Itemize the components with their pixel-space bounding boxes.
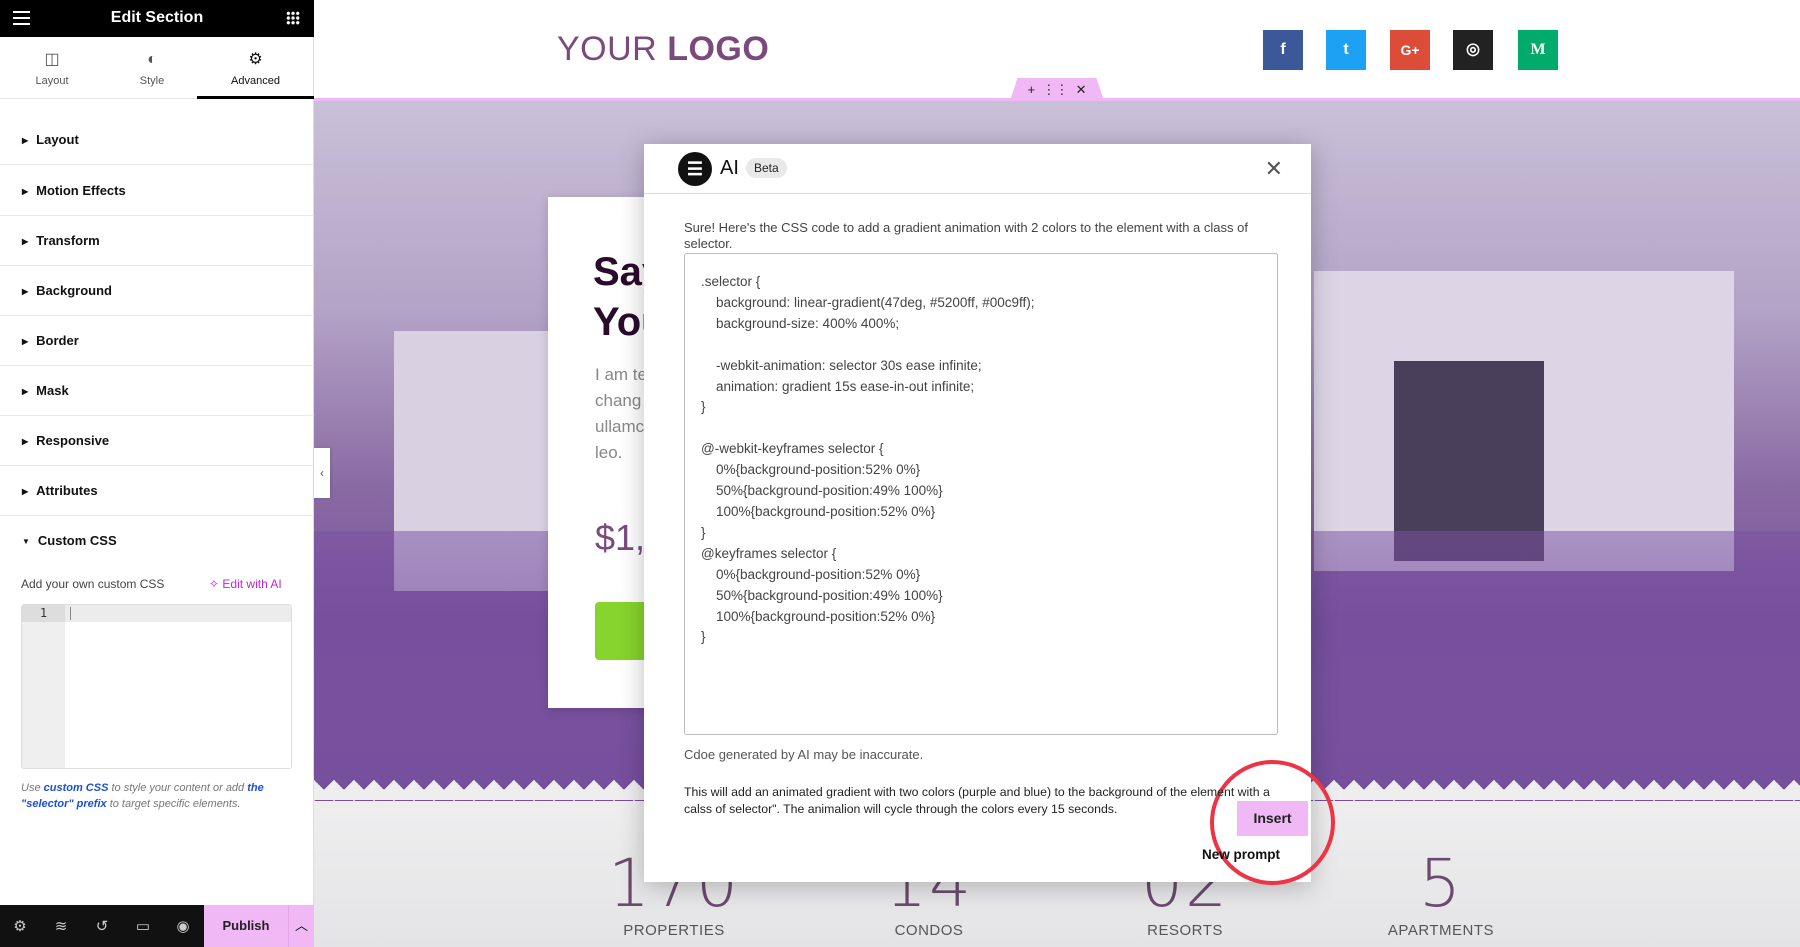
ai-dialog-header: ☰ AI Beta ✕ [644,144,1311,194]
beta-badge: Beta [746,158,787,178]
caret-right-icon: ▶ [22,387,29,396]
logo-text-bold: LOGO [667,30,770,68]
tab-style[interactable]: ◐ Style [100,37,204,99]
line-number: 1 [22,605,65,622]
publish-options-chevron-up-icon[interactable]: ︿ [288,905,314,947]
close-icon[interactable]: ✕ [1265,156,1283,182]
help-text: to style your content or add [108,782,248,794]
section-label: Layout [36,132,79,147]
section-transform[interactable]: ▶ Transform [0,216,314,266]
stat-number: 5 [1419,845,1463,922]
caret-right-icon: ▶ [22,136,29,145]
custom-css-editor[interactable]: 1 [21,604,292,769]
tab-layout[interactable]: ◫ Layout [0,37,104,99]
caret-right-icon: ▶ [22,237,29,246]
medium-icon[interactable]: M [1518,30,1558,70]
tab-advanced[interactable]: ⚙ Advanced [197,37,314,99]
stat-label: CONDOS [894,922,964,939]
stat-apartments: 5 APARTMENTS [1321,801,1561,940]
section-label: Transform [36,233,100,248]
section-border[interactable]: ▶ Border [0,316,314,366]
history-icon[interactable]: ↺ [92,917,112,935]
section-label: Mask [36,383,69,398]
panel-title: Edit Section [110,9,204,26]
google-plus-icon[interactable]: G+ [1390,30,1430,70]
collapse-panel-chevron-left-icon[interactable]: ‹ [314,448,330,498]
caret-right-icon: ▶ [22,487,29,496]
custom-css-link[interactable]: custom CSS [44,782,109,794]
section-handle[interactable]: + ⋮⋮ ✕ [1010,78,1104,101]
section-label: Responsive [36,433,110,448]
help-text: Use [21,782,44,794]
ai-summary: This will add an animated gradient with … [684,785,1270,816]
caret-right-icon: ▶ [22,337,29,346]
instagram-icon[interactable]: ◎ [1453,30,1493,70]
help-text: to target specific elements. [106,798,241,810]
tab-label: Style [139,75,165,87]
custom-css-help: Use custom CSS to style your content or … [21,780,291,812]
section-background[interactable]: ▶ Background [0,266,314,316]
publish-button[interactable]: Publish [204,905,288,947]
layers-icon[interactable]: ≋ [51,917,71,935]
section-motion-effects[interactable]: ▶ Motion Effects [0,166,314,216]
caret-right-icon: ▶ [22,187,29,196]
section-attributes[interactable]: ▶ Attributes [0,466,314,516]
ai-response-intro: Sure! Here's the CSS code to add a gradi… [684,220,1248,251]
ai-title: AI [720,157,739,179]
site-logo[interactable]: YOUR LOGO [557,30,769,69]
text-cursor [70,607,71,620]
preview-eye-icon[interactable]: ◉ [173,917,193,935]
drag-handle-icon[interactable]: ⋮⋮ [1042,82,1068,97]
edit-with-ai-label: Edit with AI [222,577,282,591]
responsive-mode-icon[interactable]: ▭ [133,917,153,935]
edit-with-ai-link[interactable]: ✧ Edit with AI [209,577,282,591]
stat-label: APARTMENTS [1387,922,1495,939]
section-label: Attributes [36,483,98,498]
new-prompt-button[interactable]: New prompt [1202,847,1280,862]
section-layout[interactable]: ▶ Layout [0,115,314,165]
widgets-grid-icon[interactable] [286,11,300,25]
editor-sidebar: Edit Section ◫ Layout ◐ Style ⚙ Advanced ▶ L… [0,0,314,947]
sparkle-icon: ✧ [209,577,223,591]
delete-section-icon[interactable]: ✕ [1076,82,1087,97]
panel-tabs: ◫ Layout ◐ Style ⚙ Advanced [0,37,314,99]
generated-css-code: .selector { background: linear-gradient(… [701,274,1035,645]
section-custom-css[interactable]: ▼ Custom CSS [0,516,314,566]
tab-label: Layout [35,75,69,87]
section-responsive[interactable]: ▶ Responsive [0,416,314,466]
custom-css-label: Add your own custom CSS [21,577,165,591]
ai-disclaimer: Cdoe generated by AI may be inaccurate. [684,747,924,762]
add-section-icon[interactable]: + [1028,82,1036,97]
stat-label: RESORTS [1147,922,1223,939]
stat-label: PROPERTIES [623,922,725,939]
section-label: Border [36,333,79,348]
sidebar-header: Edit Section [0,0,314,37]
generated-code-box[interactable]: .selector { background: linear-gradient(… [684,253,1335,885]
elementor-logo-icon: ☰ [678,152,712,186]
section-label: Custom CSS [37,533,117,548]
section-label: Motion Effects [36,183,126,198]
half-circle-icon: ◐ [147,51,157,68]
gear-icon: ⚙ [248,51,263,68]
logo-text: YOUR [557,30,668,68]
twitter-icon[interactable]: t [1326,30,1366,70]
line-gutter [22,605,65,768]
caret-right-icon: ▶ [22,437,29,446]
ai-dialog: ☰ AI Beta ✕ Sure! Here's the CSS code to… [644,144,1335,885]
caret-down-icon: ▼ [22,537,30,546]
facebook-icon[interactable]: f [1263,30,1303,70]
caret-right-icon: ▶ [22,287,29,296]
columns-icon: ◫ [44,51,60,68]
section-mask[interactable]: ▶ Mask [0,366,314,416]
section-label: Background [36,283,112,298]
settings-icon[interactable]: ⚙ [10,917,30,935]
tab-label: Advanced [231,75,280,87]
hero-price: $1, [595,517,646,558]
